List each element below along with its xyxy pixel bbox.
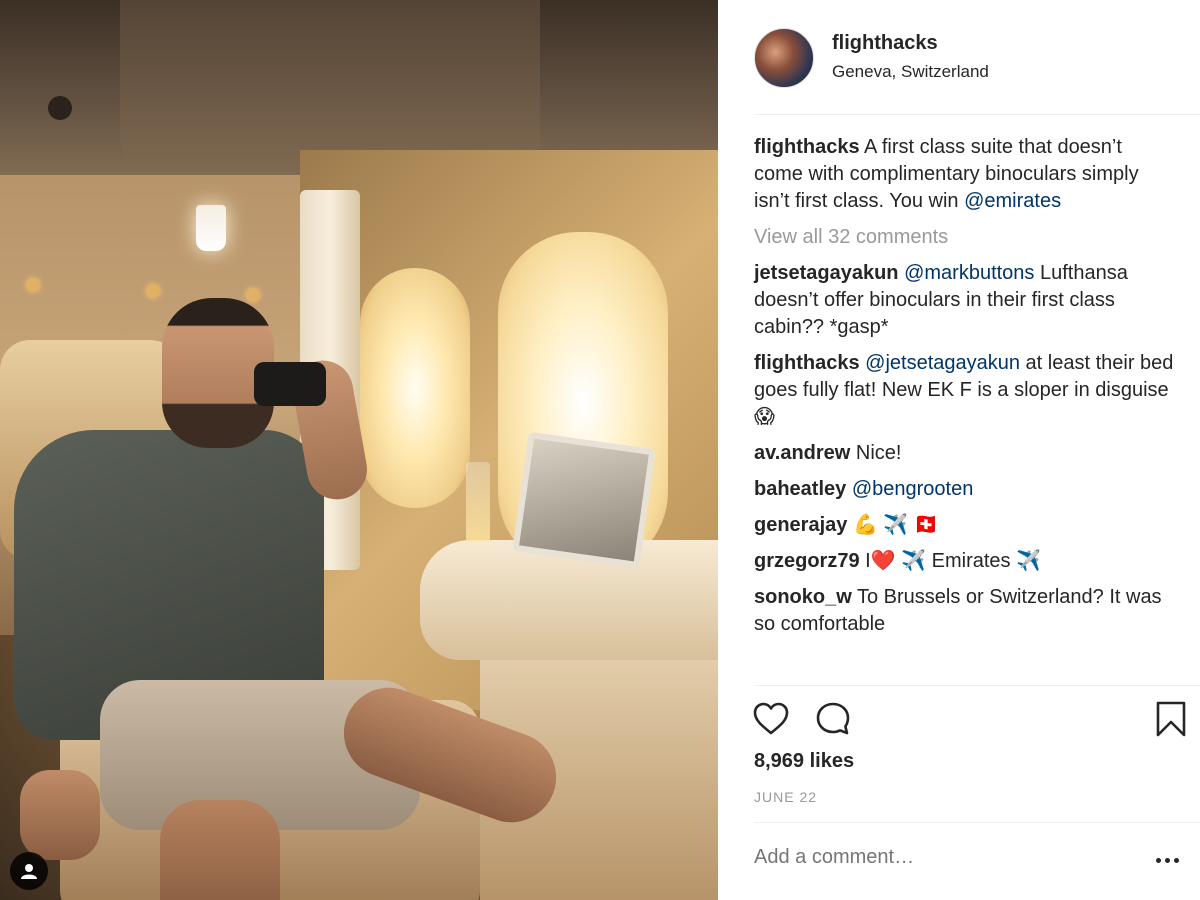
comment-username[interactable]: baheatley: [754, 478, 846, 500]
comment-username[interactable]: av.andrew: [754, 442, 850, 464]
comment-username[interactable]: generajay: [754, 514, 847, 536]
ceiling-light: [48, 96, 72, 120]
action-bar: [752, 700, 1186, 740]
comment-item: generajay 💪 ✈️ 🇨🇭: [754, 512, 1174, 539]
comment-item: flighthacks @jetsetagayakun at least the…: [754, 350, 1174, 431]
post-username[interactable]: flighthacks: [832, 32, 938, 55]
add-comment-input[interactable]: [754, 846, 1124, 869]
cabin-window: [360, 268, 470, 508]
likes-count[interactable]: 8,969 likes: [754, 750, 854, 773]
ceiling-panel: [120, 0, 540, 170]
like-button[interactable]: [752, 700, 790, 738]
comment-item: baheatley @bengrooten: [754, 476, 1174, 503]
header-divider: [754, 114, 1200, 115]
comment-text: Nice!: [855, 442, 902, 464]
post-photo[interactable]: [0, 0, 718, 900]
comment-mention[interactable]: @bengrooten: [852, 478, 974, 500]
comment-username[interactable]: grzegorz79: [754, 550, 860, 572]
comment-divider: [754, 822, 1200, 823]
caption: flighthacks A first class suite that doe…: [754, 134, 1174, 215]
comment-item: grzegorz79 I❤️ ✈️ Emirates ✈️: [754, 548, 1174, 575]
save-button[interactable]: [1152, 700, 1190, 738]
more-options-icon: [1155, 857, 1179, 863]
user-tag-button[interactable]: [10, 852, 48, 890]
comment-username[interactable]: jetsetagayakun: [754, 262, 899, 284]
caption-mention[interactable]: @emirates: [964, 190, 1061, 212]
more-options-button[interactable]: [1152, 846, 1182, 874]
comment-button[interactable]: [814, 700, 852, 738]
comment-text: I❤️ ✈️ Emirates ✈️: [865, 550, 1041, 572]
man-leg: [160, 800, 280, 900]
man-hand: [20, 770, 100, 860]
user-tag-icon: [21, 864, 37, 879]
wall-stud: [26, 278, 40, 292]
heart-icon: [753, 702, 789, 735]
caption-username[interactable]: flighthacks: [754, 136, 860, 158]
comment-item: av.andrew Nice!: [754, 440, 1174, 467]
avatar[interactable]: [754, 28, 814, 88]
wall-stud: [146, 284, 160, 298]
bookmark-icon: [1156, 701, 1186, 737]
post-date: JUNE 22: [754, 789, 818, 805]
comment-mention[interactable]: @jetsetagayakun: [865, 352, 1020, 374]
wall-stud: [246, 288, 260, 302]
champagne-glass: [466, 462, 490, 542]
post-details-panel: flighthacks Geneva, Switzerland flightha…: [718, 0, 1200, 900]
comment-text: 💪 ✈️ 🇨🇭: [852, 514, 939, 536]
binoculars: [254, 362, 326, 406]
comment-item: jetsetagayakun @markbuttons Lufthansa do…: [754, 260, 1174, 341]
post-location[interactable]: Geneva, Switzerland: [832, 62, 989, 82]
post-header: flighthacks Geneva, Switzerland: [718, 0, 1200, 114]
reading-lamp: [196, 205, 226, 251]
comment-mention[interactable]: @markbuttons: [904, 262, 1034, 284]
tablet-screen: [512, 431, 656, 569]
view-all-comments-link[interactable]: View all 32 comments: [754, 224, 1174, 251]
comment-username[interactable]: flighthacks: [754, 352, 860, 374]
actions-divider: [754, 685, 1200, 686]
comments-section: flighthacks A first class suite that doe…: [754, 134, 1174, 647]
comment-username[interactable]: sonoko_w: [754, 586, 852, 608]
comment-item: sonoko_w To Brussels or Switzerland? It …: [754, 584, 1174, 638]
comment-bubble-icon: [816, 702, 850, 735]
